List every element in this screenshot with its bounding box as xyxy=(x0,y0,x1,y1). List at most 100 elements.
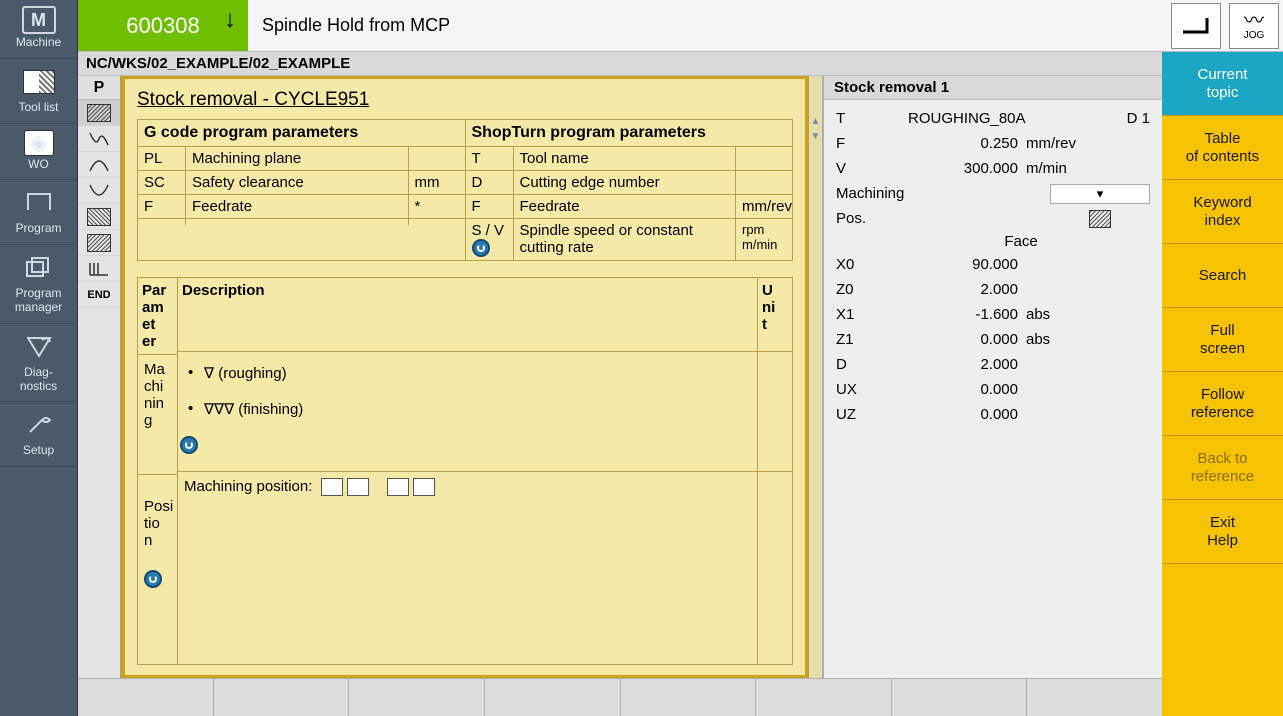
main: 600308 ↓ Spindle Hold from MCP 〰 JOG NC/… xyxy=(78,0,1283,716)
form-row-ux: UX0.000 xyxy=(836,377,1150,402)
z0-value[interactable]: 2.000 xyxy=(908,281,1024,298)
shopturn-param-table: ShopTurn program parameters TTool name D… xyxy=(465,120,793,260)
form-row-pos: Pos. xyxy=(836,206,1150,231)
top-right-icons: 〰 JOG xyxy=(1171,0,1283,51)
form-row-uz: UZ0.000 xyxy=(836,402,1150,427)
sidebar-item-label: Program xyxy=(15,222,61,236)
z1-value[interactable]: 0.000 xyxy=(908,331,1024,348)
menu-full-screen[interactable]: Full screen xyxy=(1162,308,1283,372)
program-step[interactable] xyxy=(78,100,120,126)
scroll-down-icon: ▼ xyxy=(811,131,821,142)
sidebar-item-diagnostics[interactable]: Diag- nostics xyxy=(0,324,77,403)
softkey-7[interactable] xyxy=(892,679,1028,716)
sidebar-item-machine[interactable]: M Machine xyxy=(0,0,77,59)
description-table: Par am et er Ma chi nin g Posi tio n Des… xyxy=(137,277,793,665)
program-step[interactable] xyxy=(78,230,120,256)
machine-icon: M xyxy=(22,6,56,34)
position-icons xyxy=(321,478,435,496)
program-step[interactable] xyxy=(78,152,120,178)
sidebar-item-label: Diag- nostics xyxy=(20,366,57,394)
program-step[interactable] xyxy=(78,126,120,152)
sidebar-item-label: Tool list xyxy=(18,101,58,115)
softkey-4[interactable] xyxy=(485,679,621,716)
form-row-z1: Z10.000abs xyxy=(836,327,1150,352)
status-code[interactable]: 600308 ↓ xyxy=(78,0,248,51)
scroll-indicator[interactable]: ▲ ▼ xyxy=(808,76,822,678)
jog-mode[interactable]: 〰 JOG xyxy=(1229,3,1279,49)
wrench-icon xyxy=(19,408,59,442)
ux-value[interactable]: 0.000 xyxy=(908,381,1024,398)
menu-keyword-index[interactable]: Keyword index xyxy=(1162,180,1283,244)
form-title: Stock removal 1 xyxy=(824,76,1162,100)
pos-icon-4 xyxy=(413,478,435,496)
speed-value[interactable]: 300.000 xyxy=(908,160,1024,177)
menu-follow-reference[interactable]: Follow reference xyxy=(1162,372,1283,436)
sidebar-item-label: Setup xyxy=(23,444,54,458)
sidebar-item-toollist[interactable]: Tool list xyxy=(0,59,77,124)
sidebar-item-label: Machine xyxy=(16,36,61,50)
center-column: Stock removal - CYCLE951 G code program … xyxy=(122,76,822,678)
toggle-icon xyxy=(180,436,198,454)
jog-wave-icon: 〰 xyxy=(1244,11,1264,31)
scroll-up-icon: ▲ xyxy=(811,116,821,127)
toggle-icon xyxy=(472,239,490,257)
softkey-5[interactable] xyxy=(621,679,757,716)
form-panel: Stock removal 1 T ROUGHING_80A D 1 F 0.2… xyxy=(822,76,1162,678)
sidebar-item-program[interactable]: Program xyxy=(0,180,77,245)
desc-head-description: Description xyxy=(178,278,757,352)
toollist-icon xyxy=(19,65,59,99)
uz-value[interactable]: 0.000 xyxy=(908,406,1024,423)
sidebar-item-setup[interactable]: Setup xyxy=(0,402,77,467)
menu-search[interactable]: Search xyxy=(1162,244,1283,308)
right-softkey-menu: Current topic Table of contents Keyword … xyxy=(1162,52,1283,716)
d-value[interactable]: 2.000 xyxy=(908,356,1024,373)
form-row-z0: Z02.000 xyxy=(836,277,1150,302)
program-icon xyxy=(19,186,59,220)
desc-head-unit: U ni t xyxy=(758,278,792,352)
menu-current-topic[interactable]: Current topic xyxy=(1162,52,1283,116)
gcode-param-table: G code program parameters PLMachining pl… xyxy=(138,120,465,260)
sidebar-item-label: Program manager xyxy=(15,287,62,315)
program-path: NC/WKS/02_EXAMPLE/02_EXAMPLE xyxy=(78,52,1162,76)
softkey-8[interactable] xyxy=(1027,679,1162,716)
d-number[interactable]: D 1 xyxy=(1127,110,1150,127)
program-step[interactable] xyxy=(78,256,120,282)
return-icon[interactable] xyxy=(1171,3,1221,49)
program-step[interactable] xyxy=(78,178,120,204)
help-title: Stock removal - CYCLE951 xyxy=(137,89,793,111)
wo-icon: ◈ xyxy=(24,130,54,156)
menu-back-to-reference: Back to reference xyxy=(1162,436,1283,500)
x0-value[interactable]: 90.000 xyxy=(908,256,1024,273)
top-bar: 600308 ↓ Spindle Hold from MCP 〰 JOG xyxy=(78,0,1283,52)
diagnostics-icon xyxy=(19,330,59,364)
pos-icon-selector[interactable] xyxy=(1050,210,1150,228)
menu-exit-help[interactable]: Exit Help xyxy=(1162,500,1283,564)
tool-name-value[interactable]: ROUGHING_80A xyxy=(908,110,1127,127)
softkey-2[interactable] xyxy=(214,679,350,716)
menu-table-of-contents[interactable]: Table of contents xyxy=(1162,116,1283,180)
sidebar-item-wo[interactable]: ◈ WO xyxy=(0,124,77,181)
program-col-head: P xyxy=(78,76,120,100)
arrow-down-icon: ↓ xyxy=(224,6,236,34)
desc-head-param: Par am et er xyxy=(138,278,177,355)
x1-value[interactable]: -1.600 xyxy=(908,306,1024,323)
form-row-x0: X090.000 xyxy=(836,252,1150,277)
feedrate-value[interactable]: 0.250 xyxy=(908,135,1024,152)
program-step[interactable] xyxy=(78,204,120,230)
form-row-t: T ROUGHING_80A D 1 xyxy=(836,106,1150,131)
softkey-1[interactable] xyxy=(78,679,214,716)
softkey-6[interactable] xyxy=(756,679,892,716)
machining-dropdown[interactable]: ▾ xyxy=(1050,184,1150,204)
status-message: Spindle Hold from MCP xyxy=(248,0,1171,51)
jog-label: JOG xyxy=(1244,31,1265,41)
bottom-softkey-bar xyxy=(78,678,1162,716)
softkey-3[interactable] xyxy=(349,679,485,716)
program-step-column: P END xyxy=(78,76,122,678)
left-sidebar: M Machine Tool list ◈ WO Program Program… xyxy=(0,0,78,716)
sidebar-item-program-manager[interactable]: Program manager xyxy=(0,245,77,324)
pos-icon-2 xyxy=(347,478,369,496)
pos-icon-1 xyxy=(321,478,343,496)
form-row-v: V 300.000 m/min xyxy=(836,156,1150,181)
program-step-end[interactable]: END xyxy=(78,282,120,308)
content-row: NC/WKS/02_EXAMPLE/02_EXAMPLE P END xyxy=(78,52,1283,716)
